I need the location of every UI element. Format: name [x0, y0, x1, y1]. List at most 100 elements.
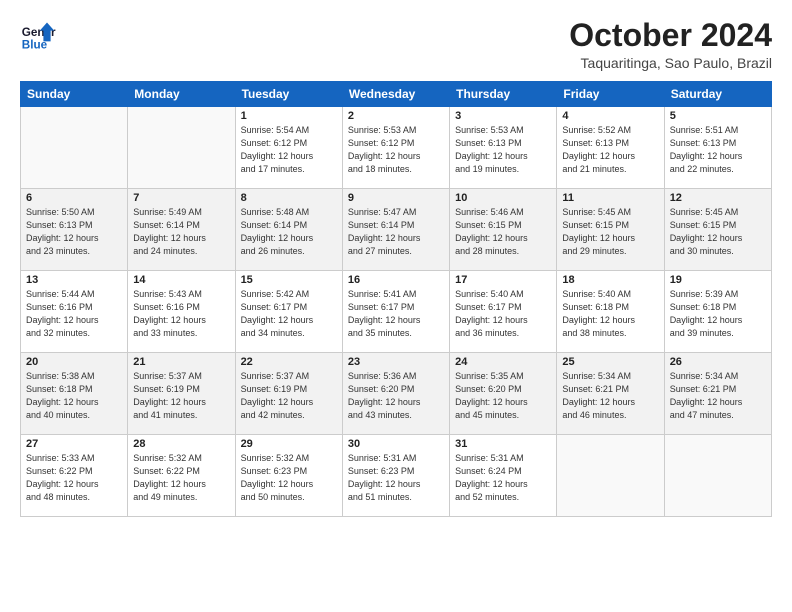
- col-saturday: Saturday: [664, 82, 771, 107]
- day-info: Sunrise: 5:52 AMSunset: 6:13 PMDaylight:…: [562, 124, 658, 176]
- col-friday: Friday: [557, 82, 664, 107]
- calendar-cell: 20 Sunrise: 5:38 AMSunset: 6:18 PMDayligh…: [21, 353, 128, 435]
- day-info: Sunrise: 5:37 AMSunset: 6:19 PMDaylight:…: [133, 370, 229, 422]
- calendar-cell: 15 Sunrise: 5:42 AMSunset: 6:17 PMDayligh…: [235, 271, 342, 353]
- day-number: 23: [348, 356, 444, 368]
- day-info: Sunrise: 5:45 AMSunset: 6:15 PMDaylight:…: [670, 206, 766, 258]
- day-number: 13: [26, 274, 122, 286]
- day-info: Sunrise: 5:32 AMSunset: 6:23 PMDaylight:…: [241, 452, 337, 504]
- calendar-cell: 2 Sunrise: 5:53 AMSunset: 6:12 PMDaylight…: [342, 107, 449, 189]
- day-number: 24: [455, 356, 551, 368]
- day-info: Sunrise: 5:36 AMSunset: 6:20 PMDaylight:…: [348, 370, 444, 422]
- calendar-cell: 30 Sunrise: 5:31 AMSunset: 6:23 PMDayligh…: [342, 435, 449, 517]
- day-info: Sunrise: 5:37 AMSunset: 6:19 PMDaylight:…: [241, 370, 337, 422]
- calendar-cell: [128, 107, 235, 189]
- calendar-cell: 11 Sunrise: 5:45 AMSunset: 6:15 PMDayligh…: [557, 189, 664, 271]
- calendar-cell: [664, 435, 771, 517]
- calendar-cell: 22 Sunrise: 5:37 AMSunset: 6:19 PMDayligh…: [235, 353, 342, 435]
- title-area: October 2024 Taquaritinga, Sao Paulo, Br…: [569, 18, 772, 71]
- day-number: 14: [133, 274, 229, 286]
- day-info: Sunrise: 5:35 AMSunset: 6:20 PMDaylight:…: [455, 370, 551, 422]
- calendar-cell: 26 Sunrise: 5:34 AMSunset: 6:21 PMDayligh…: [664, 353, 771, 435]
- calendar-cell: 17 Sunrise: 5:40 AMSunset: 6:17 PMDayligh…: [450, 271, 557, 353]
- col-thursday: Thursday: [450, 82, 557, 107]
- week-row-5: 27 Sunrise: 5:33 AMSunset: 6:22 PMDayligh…: [21, 435, 772, 517]
- calendar-cell: 28 Sunrise: 5:32 AMSunset: 6:22 PMDayligh…: [128, 435, 235, 517]
- calendar-cell: 24 Sunrise: 5:35 AMSunset: 6:20 PMDayligh…: [450, 353, 557, 435]
- day-info: Sunrise: 5:50 AMSunset: 6:13 PMDaylight:…: [26, 206, 122, 258]
- day-number: 5: [670, 110, 766, 122]
- week-row-2: 6 Sunrise: 5:50 AMSunset: 6:13 PMDaylight…: [21, 189, 772, 271]
- day-info: Sunrise: 5:34 AMSunset: 6:21 PMDaylight:…: [670, 370, 766, 422]
- col-tuesday: Tuesday: [235, 82, 342, 107]
- day-info: Sunrise: 5:32 AMSunset: 6:22 PMDaylight:…: [133, 452, 229, 504]
- calendar-cell: 25 Sunrise: 5:34 AMSunset: 6:21 PMDayligh…: [557, 353, 664, 435]
- day-number: 28: [133, 438, 229, 450]
- calendar: Sunday Monday Tuesday Wednesday Thursday…: [20, 81, 772, 517]
- day-number: 19: [670, 274, 766, 286]
- calendar-cell: 19 Sunrise: 5:39 AMSunset: 6:18 PMDayligh…: [664, 271, 771, 353]
- day-info: Sunrise: 5:53 AMSunset: 6:12 PMDaylight:…: [348, 124, 444, 176]
- day-info: Sunrise: 5:42 AMSunset: 6:17 PMDaylight:…: [241, 288, 337, 340]
- calendar-cell: 7 Sunrise: 5:49 AMSunset: 6:14 PMDaylight…: [128, 189, 235, 271]
- day-info: Sunrise: 5:41 AMSunset: 6:17 PMDaylight:…: [348, 288, 444, 340]
- day-info: Sunrise: 5:34 AMSunset: 6:21 PMDaylight:…: [562, 370, 658, 422]
- month-title: October 2024: [569, 18, 772, 53]
- calendar-cell: 23 Sunrise: 5:36 AMSunset: 6:20 PMDayligh…: [342, 353, 449, 435]
- day-number: 2: [348, 110, 444, 122]
- calendar-cell: [21, 107, 128, 189]
- day-number: 18: [562, 274, 658, 286]
- day-number: 31: [455, 438, 551, 450]
- day-number: 25: [562, 356, 658, 368]
- day-info: Sunrise: 5:45 AMSunset: 6:15 PMDaylight:…: [562, 206, 658, 258]
- col-monday: Monday: [128, 82, 235, 107]
- day-number: 22: [241, 356, 337, 368]
- header-row: Sunday Monday Tuesday Wednesday Thursday…: [21, 82, 772, 107]
- day-info: Sunrise: 5:40 AMSunset: 6:17 PMDaylight:…: [455, 288, 551, 340]
- day-info: Sunrise: 5:38 AMSunset: 6:18 PMDaylight:…: [26, 370, 122, 422]
- day-number: 1: [241, 110, 337, 122]
- day-number: 20: [26, 356, 122, 368]
- week-row-1: 1Sunrise: 5:54 AMSunset: 6:12 PMDaylight…: [21, 107, 772, 189]
- calendar-cell: 3Sunrise: 5:53 AMSunset: 6:13 PMDaylight…: [450, 107, 557, 189]
- day-number: 26: [670, 356, 766, 368]
- calendar-cell: 27 Sunrise: 5:33 AMSunset: 6:22 PMDayligh…: [21, 435, 128, 517]
- header: General Blue October 2024 Taquaritinga, …: [20, 18, 772, 71]
- calendar-cell: 13Sunrise: 5:44 AMSunset: 6:16 PMDayligh…: [21, 271, 128, 353]
- day-info: Sunrise: 5:31 AMSunset: 6:24 PMDaylight:…: [455, 452, 551, 504]
- day-number: 15: [241, 274, 337, 286]
- logo-icon: General Blue: [20, 18, 56, 54]
- subtitle: Taquaritinga, Sao Paulo, Brazil: [569, 55, 772, 71]
- calendar-cell: 1Sunrise: 5:54 AMSunset: 6:12 PMDaylight…: [235, 107, 342, 189]
- day-info: Sunrise: 5:31 AMSunset: 6:23 PMDaylight:…: [348, 452, 444, 504]
- day-number: 27: [26, 438, 122, 450]
- calendar-cell: 21 Sunrise: 5:37 AMSunset: 6:19 PMDayligh…: [128, 353, 235, 435]
- day-info: Sunrise: 5:33 AMSunset: 6:22 PMDaylight:…: [26, 452, 122, 504]
- calendar-cell: 31 Sunrise: 5:31 AMSunset: 6:24 PMDayligh…: [450, 435, 557, 517]
- calendar-cell: [557, 435, 664, 517]
- day-info: Sunrise: 5:51 AMSunset: 6:13 PMDaylight:…: [670, 124, 766, 176]
- day-info: Sunrise: 5:48 AMSunset: 6:14 PMDaylight:…: [241, 206, 337, 258]
- day-number: 30: [348, 438, 444, 450]
- calendar-cell: 29Sunrise: 5:32 AMSunset: 6:23 PMDayligh…: [235, 435, 342, 517]
- day-number: 16: [348, 274, 444, 286]
- col-wednesday: Wednesday: [342, 82, 449, 107]
- calendar-cell: 4Sunrise: 5:52 AMSunset: 6:13 PMDaylight…: [557, 107, 664, 189]
- day-number: 11: [562, 192, 658, 204]
- day-info: Sunrise: 5:47 AMSunset: 6:14 PMDaylight:…: [348, 206, 444, 258]
- calendar-cell: 10 Sunrise: 5:46 AMSunset: 6:15 PMDayligh…: [450, 189, 557, 271]
- calendar-cell: 18Sunrise: 5:40 AMSunset: 6:18 PMDayligh…: [557, 271, 664, 353]
- day-number: 6: [26, 192, 122, 204]
- calendar-cell: 16 Sunrise: 5:41 AMSunset: 6:17 PMDayligh…: [342, 271, 449, 353]
- day-number: 21: [133, 356, 229, 368]
- calendar-cell: 5 Sunrise: 5:51 AMSunset: 6:13 PMDaylight…: [664, 107, 771, 189]
- day-info: Sunrise: 5:53 AMSunset: 6:13 PMDaylight:…: [455, 124, 551, 176]
- day-number: 10: [455, 192, 551, 204]
- week-row-3: 13Sunrise: 5:44 AMSunset: 6:16 PMDayligh…: [21, 271, 772, 353]
- day-info: Sunrise: 5:46 AMSunset: 6:15 PMDaylight:…: [455, 206, 551, 258]
- day-number: 17: [455, 274, 551, 286]
- day-info: Sunrise: 5:49 AMSunset: 6:14 PMDaylight:…: [133, 206, 229, 258]
- col-sunday: Sunday: [21, 82, 128, 107]
- day-number: 7: [133, 192, 229, 204]
- day-info: Sunrise: 5:39 AMSunset: 6:18 PMDaylight:…: [670, 288, 766, 340]
